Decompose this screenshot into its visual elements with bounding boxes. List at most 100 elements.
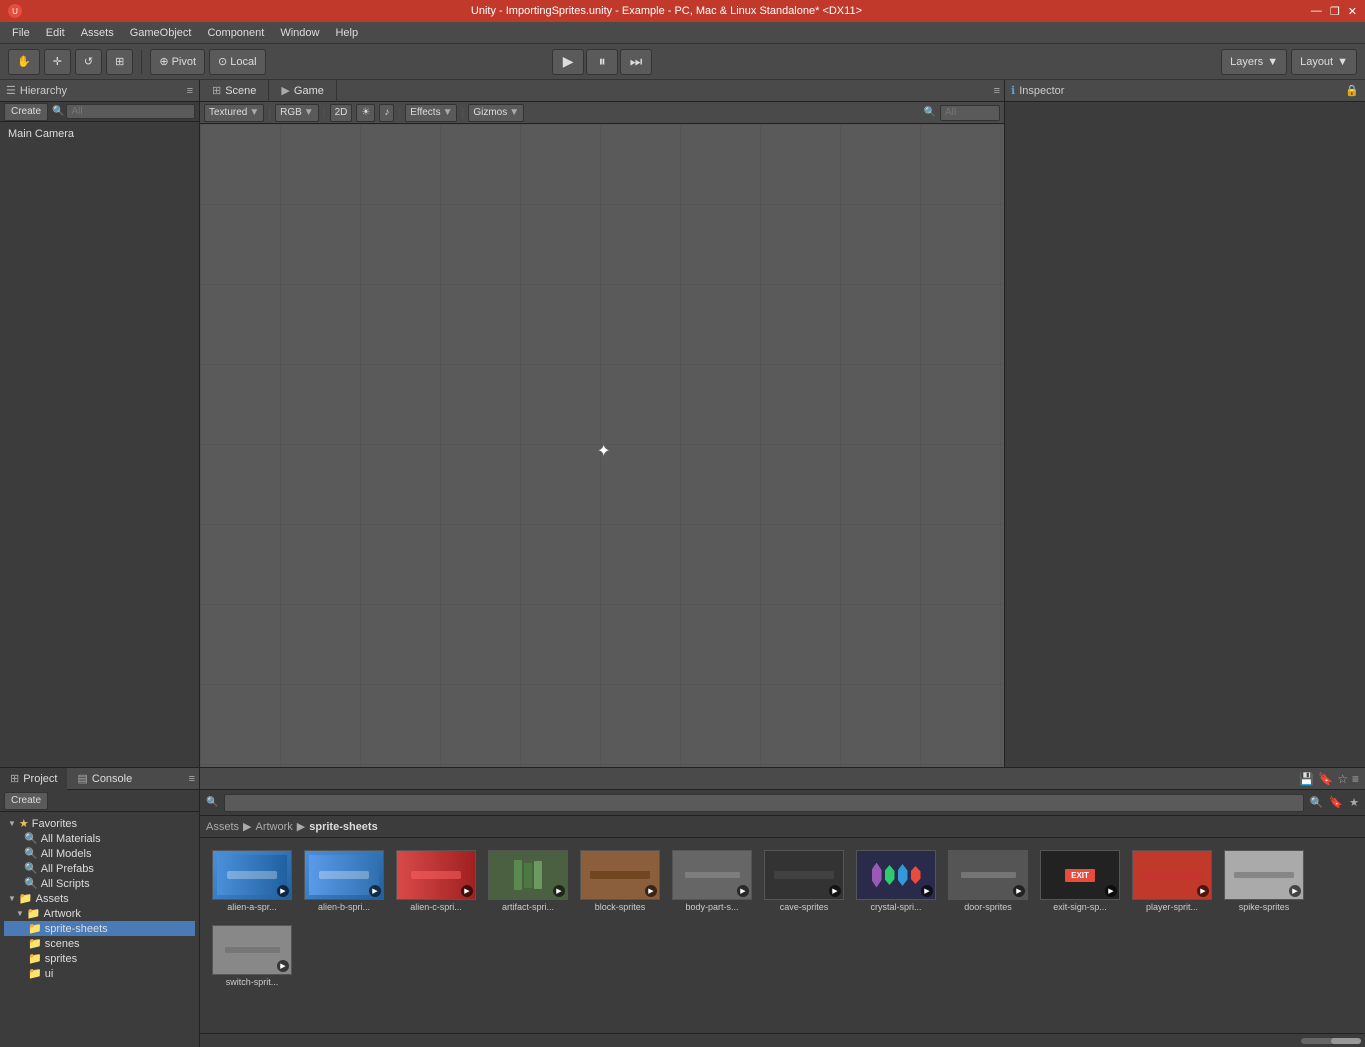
menu-edit[interactable]: Edit — [38, 25, 73, 41]
maximize-btn[interactable]: ❐ — [1330, 5, 1340, 18]
textured-dropdown[interactable]: Textured ▼ — [204, 104, 264, 122]
effects-btn[interactable]: Effects ▼ — [405, 104, 457, 122]
asset-play-artifact[interactable]: ▶ — [553, 885, 565, 897]
asset-door[interactable]: ▶ door-sprites — [944, 846, 1032, 917]
asset-play-exit-sign[interactable]: ▶ — [1105, 885, 1117, 897]
game-tab[interactable]: ▶ Game — [269, 80, 336, 102]
asset-play-alien-b[interactable]: ▶ — [369, 885, 381, 897]
asset-play-spike[interactable]: ▶ — [1289, 885, 1301, 897]
asset-toolbar: 🔍 🔍 🔖 ★ — [200, 790, 1365, 816]
asset-play-block[interactable]: ▶ — [645, 885, 657, 897]
asset-alien-b[interactable]: ▶ alien-b-spri... — [300, 846, 388, 917]
asset-play-player[interactable]: ▶ — [1197, 885, 1209, 897]
scenes-item[interactable]: 📁 scenes — [4, 936, 195, 951]
console-tab[interactable]: ▤ Console — [67, 768, 142, 790]
bookmark-icon[interactable]: 🔖 — [1318, 772, 1333, 786]
asset-block[interactable]: ▶ block-sprites — [576, 846, 664, 917]
project-collapse-icon[interactable]: ≡ — [189, 773, 195, 785]
pause-btn[interactable]: ⏸ — [586, 49, 618, 75]
asset-spike[interactable]: ▶ spike-sprites — [1220, 846, 1308, 917]
menu-gameobject[interactable]: GameObject — [122, 25, 200, 41]
project-create-btn[interactable]: Create — [4, 792, 48, 810]
breadcrumb-artwork[interactable]: Artwork — [255, 821, 292, 833]
asset-cave[interactable]: ▶ cave-sprites — [760, 846, 848, 917]
menu-help[interactable]: Help — [327, 25, 366, 41]
hierarchy-main-camera[interactable]: Main Camera — [4, 126, 195, 142]
breadcrumb-sprite-sheets[interactable]: sprite-sheets — [309, 821, 377, 833]
menu-file[interactable]: File — [4, 25, 38, 41]
asset-alien-c[interactable]: ▶ alien-c-spri... — [392, 846, 480, 917]
audio-btn[interactable]: ♪ — [379, 104, 394, 122]
all-models-item[interactable]: 🔍 All Models — [4, 846, 195, 861]
hierarchy-search-input[interactable] — [66, 104, 195, 119]
mode-2d-btn[interactable]: 2D — [330, 104, 353, 122]
horizontal-scrollbar[interactable] — [1301, 1038, 1361, 1044]
star-icon[interactable]: ☆ — [1337, 772, 1348, 786]
scene-search-input[interactable] — [940, 105, 1000, 121]
hierarchy-collapse-icon[interactable]: ≡ — [187, 85, 193, 97]
asset-switch[interactable]: ▶ switch-sprit... — [208, 921, 296, 992]
scene-toolbar-sep1: | — [268, 107, 271, 119]
title-bar: U Unity - ImportingSprites.unity - Examp… — [0, 0, 1365, 22]
asset-scroll-bar[interactable] — [200, 1033, 1365, 1047]
asset-bookmark-btn[interactable]: 🔖 — [1329, 796, 1343, 809]
minimize-btn[interactable]: — — [1311, 5, 1322, 18]
all-scripts-item[interactable]: 🔍 All Scripts — [4, 876, 195, 891]
gizmos-btn[interactable]: Gizmos ▼ — [468, 104, 524, 122]
asset-play-body-part[interactable]: ▶ — [737, 885, 749, 897]
scale-tool-btn[interactable]: ⊞ — [106, 49, 133, 75]
rotate-tool-btn[interactable]: ↺ — [75, 49, 102, 75]
menu-component[interactable]: Component — [199, 25, 272, 41]
all-prefabs-item[interactable]: 🔍 All Prefabs — [4, 861, 195, 876]
hierarchy-create-btn[interactable]: Create — [4, 103, 48, 121]
assets-item[interactable]: ▼ 📁 Assets — [4, 891, 195, 906]
layers-dropdown[interactable]: Layers ▼ — [1221, 49, 1287, 75]
scene-viewport[interactable]: ✦ — [200, 124, 1004, 767]
all-models-label: All Models — [41, 848, 92, 860]
asset-thumb-artifact: ▶ — [488, 850, 568, 900]
console-icon: ▤ — [77, 772, 87, 785]
ui-item[interactable]: 📁 ui — [4, 966, 195, 981]
asset-play-alien-a[interactable]: ▶ — [277, 885, 289, 897]
hand-tool-btn[interactable]: ✋ — [8, 49, 40, 75]
lock-icon[interactable]: 🔒 — [1345, 84, 1359, 97]
layout-dropdown[interactable]: Layout ▼ — [1291, 49, 1357, 75]
asset-play-crystal[interactable]: ▶ — [921, 885, 933, 897]
scene-area: ⊞ Scene ▶ Game ≡ Textured ▼ | RGB ▼ | 2D — [200, 80, 1005, 767]
play-btn[interactable]: ▶ — [552, 49, 584, 75]
asset-play-cave[interactable]: ▶ — [829, 885, 841, 897]
close-btn[interactable]: ✕ — [1348, 5, 1357, 18]
all-materials-item[interactable]: 🔍 All Materials — [4, 831, 195, 846]
asset-crystal[interactable]: ▶ crystal-spri... — [852, 846, 940, 917]
asset-body-part[interactable]: ▶ body-part-s... — [668, 846, 756, 917]
menu-window[interactable]: Window — [272, 25, 327, 41]
asset-star-btn[interactable]: ★ — [1349, 796, 1359, 809]
asset-search-icon2[interactable]: 🔍 — [1310, 796, 1324, 809]
scene-collapse-icon[interactable]: ≡ — [994, 85, 1000, 97]
local-btn[interactable]: ⊙ Local — [209, 49, 266, 75]
asset-play-door[interactable]: ▶ — [1013, 885, 1025, 897]
sprites-item[interactable]: 📁 sprites — [4, 951, 195, 966]
save-icon[interactable]: 💾 — [1299, 772, 1314, 786]
sprite-sheets-item[interactable]: 📁 sprite-sheets — [4, 921, 195, 936]
breadcrumb-assets[interactable]: Assets — [206, 821, 239, 833]
favorites-item[interactable]: ▼ ★ Favorites — [4, 816, 195, 831]
asset-search-input[interactable] — [224, 794, 1303, 812]
sun-btn[interactable]: ☀ — [356, 104, 375, 122]
scrollbar-thumb[interactable] — [1331, 1038, 1361, 1044]
scene-tab[interactable]: ⊞ Scene — [200, 80, 269, 102]
project-tab[interactable]: ⊞ Project — [0, 768, 67, 790]
asset-play-switch[interactable]: ▶ — [277, 960, 289, 972]
pivot-btn[interactable]: ⊕ Pivot — [150, 49, 205, 75]
step-btn[interactable]: ⏭ — [620, 49, 652, 75]
asset-alien-a[interactable]: ▶ alien-a-spr... — [208, 846, 296, 917]
asset-artifact[interactable]: ▶ artifact-spri... — [484, 846, 572, 917]
menu-assets[interactable]: Assets — [73, 25, 122, 41]
collapse-icon[interactable]: ≡ — [1352, 772, 1359, 786]
rgb-dropdown[interactable]: RGB ▼ — [275, 104, 319, 122]
asset-exit-sign[interactable]: EXIT ▶ exit-sign-sp... — [1036, 846, 1124, 917]
asset-play-alien-c[interactable]: ▶ — [461, 885, 473, 897]
asset-player[interactable]: ▶ player-sprit... — [1128, 846, 1216, 917]
move-tool-btn[interactable]: ✛ — [44, 49, 71, 75]
artwork-item[interactable]: ▼ 📁 Artwork — [4, 906, 195, 921]
